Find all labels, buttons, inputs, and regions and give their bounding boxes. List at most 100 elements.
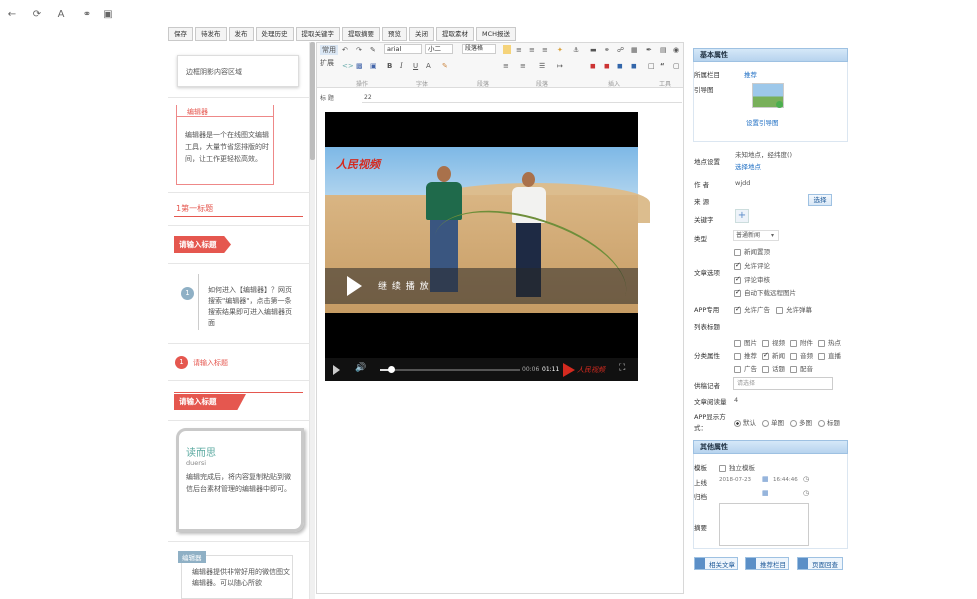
video-progress-track[interactable]: [380, 369, 520, 371]
category-dubbing[interactable]: 配音: [790, 363, 813, 373]
ordered-list-icon[interactable]: ☰: [539, 61, 545, 71]
step-text[interactable]: 如何进入【编辑器】？网页搜索"编辑器"，点击第一条搜索结果即可进入编辑器页面: [208, 285, 296, 329]
option-standalone-template[interactable]: 独立模板: [719, 462, 755, 472]
spellcheck-icon[interactable]: ▤: [660, 45, 667, 55]
image-icon[interactable]: ◼: [590, 61, 596, 71]
shadow-box-template[interactable]: 边框阴影内容区域: [177, 55, 299, 87]
video-icon[interactable]: ◼: [604, 61, 610, 71]
find-icon[interactable]: ◉: [673, 45, 679, 55]
html-icon[interactable]: <>: [342, 61, 354, 71]
link-insert-icon[interactable]: ⚭: [604, 45, 610, 55]
align-right-icon[interactable]: ≡: [529, 45, 535, 55]
resume-play-overlay[interactable]: [325, 268, 638, 304]
chart-icon[interactable]: ▩: [356, 61, 363, 71]
radio-default[interactable]: [734, 419, 741, 427]
template-icon[interactable]: ▣: [370, 61, 377, 71]
anchor-icon[interactable]: ⚓: [573, 45, 579, 55]
category-hot[interactable]: 热点: [818, 337, 841, 347]
checkbox-topic[interactable]: [762, 365, 769, 373]
online-date[interactable]: 2018-07-23: [719, 477, 751, 483]
tab-extract-material[interactable]: 提取素材: [436, 27, 474, 41]
page-review-button[interactable]: 页面回查: [797, 557, 843, 570]
summary-textarea[interactable]: [719, 503, 809, 546]
indent-icon[interactable]: ↦: [557, 61, 563, 71]
align-center-icon[interactable]: ≡: [516, 45, 522, 55]
spacing-icon[interactable]: ≡: [520, 61, 526, 71]
checkbox-recommend[interactable]: [734, 352, 741, 360]
checkbox-allow-comments[interactable]: [734, 261, 741, 270]
display-single-image[interactable]: 单图: [762, 417, 784, 427]
link-icon[interactable]: ⚭: [81, 9, 93, 21]
first-title[interactable]: 1第一标题: [176, 203, 213, 214]
category-image[interactable]: 图片: [734, 337, 757, 347]
quote-icon[interactable]: “: [660, 61, 665, 71]
archive-calendar-icon[interactable]: ▦: [762, 489, 769, 497]
code-icon[interactable]: □: [648, 61, 655, 71]
map-icon[interactable]: ◼: [631, 61, 637, 71]
checkbox-standalone-template[interactable]: [719, 464, 726, 472]
play-icon[interactable]: [333, 365, 340, 375]
option-comment-review[interactable]: 评论审核: [734, 274, 770, 284]
font-icon[interactable]: A: [55, 9, 67, 21]
line-height-icon[interactable]: ≡: [503, 61, 509, 71]
choose-location-link[interactable]: 选择地点: [735, 161, 761, 171]
tab-save[interactable]: 保存: [168, 27, 193, 41]
category-news[interactable]: 新闻: [762, 350, 785, 360]
tab-extract-keywords[interactable]: 提取关键字: [295, 27, 340, 41]
title-bar-template-2[interactable]: 请输入标题: [174, 394, 246, 410]
tab-history[interactable]: 处理历史: [255, 27, 294, 41]
resume-play-label[interactable]: 继 续 播 放: [378, 279, 430, 292]
checkbox-download-images[interactable]: [734, 288, 741, 297]
clear-format-icon[interactable]: ✦: [557, 45, 563, 55]
checkbox-hot[interactable]: [818, 339, 825, 347]
big-play-icon[interactable]: [347, 276, 362, 296]
highlight-icon[interactable]: ✎: [442, 61, 448, 71]
template-scrollbar-thumb[interactable]: [310, 42, 315, 160]
title-bar-template[interactable]: 请输入标题: [174, 236, 231, 253]
other-props-header[interactable]: 其他属性: [693, 440, 848, 454]
tab-close[interactable]: 关闭: [409, 27, 434, 41]
clock-icon[interactable]: ◷: [803, 475, 809, 483]
save-icon[interactable]: ▣: [102, 9, 114, 21]
choose-source-button[interactable]: 选择: [808, 194, 832, 206]
add-keyword-button[interactable]: +: [735, 209, 749, 223]
category-attachment[interactable]: 附件: [790, 337, 813, 347]
align-left-icon[interactable]: [503, 45, 511, 54]
ruler[interactable]: [362, 93, 682, 103]
redo-icon[interactable]: ↷: [356, 45, 362, 55]
italic-button[interactable]: I: [400, 61, 403, 71]
pen-icon[interactable]: ✒: [646, 45, 652, 55]
checkbox-image[interactable]: [734, 339, 741, 347]
underline-button[interactable]: U: [413, 61, 418, 71]
column-value[interactable]: 推荐: [744, 69, 757, 79]
tab-extract-summary[interactable]: 提取摘要: [342, 27, 380, 41]
category-recommend[interactable]: 推荐: [734, 350, 757, 360]
back-arrow-icon[interactable]: ←: [6, 9, 18, 21]
unlink-icon[interactable]: ☍: [617, 45, 624, 55]
calendar-icon[interactable]: ▦: [762, 475, 769, 483]
set-guide-image-link[interactable]: 设置引导图: [746, 117, 779, 127]
category-live[interactable]: 直播: [818, 350, 841, 360]
online-time[interactable]: 16:44:46: [773, 477, 798, 483]
option-allow-ads[interactable]: 允许广告: [734, 304, 770, 314]
author-value[interactable]: wjdd: [735, 179, 750, 187]
category-audio[interactable]: 音频: [790, 350, 813, 360]
category-video[interactable]: 视频: [762, 337, 785, 347]
fullscreen-video-icon[interactable]: ⛶: [619, 363, 625, 373]
radio-multi-image[interactable]: [790, 419, 797, 427]
radio-single-image[interactable]: [762, 419, 769, 427]
checkbox-allow-danmaku[interactable]: [776, 306, 783, 314]
checkbox-attachment[interactable]: [790, 339, 797, 347]
option-pin-top[interactable]: 新闻置顶: [734, 246, 770, 256]
format-brush-icon[interactable]: ✎: [370, 45, 376, 55]
undo-icon[interactable]: ↶: [342, 45, 348, 55]
checkbox-dubbing[interactable]: [790, 365, 797, 373]
archive-clock-icon[interactable]: ◷: [803, 489, 809, 497]
checkbox-video[interactable]: [762, 339, 769, 347]
fullscreen-icon[interactable]: ▢: [673, 61, 680, 71]
display-default[interactable]: 默认: [734, 417, 756, 427]
horizontal-rule-icon[interactable]: ▬: [590, 45, 597, 55]
attachment-icon[interactable]: ◼: [617, 61, 623, 71]
toolbar-tab-common[interactable]: 常用: [320, 45, 338, 55]
radio-title-only[interactable]: [818, 419, 825, 427]
